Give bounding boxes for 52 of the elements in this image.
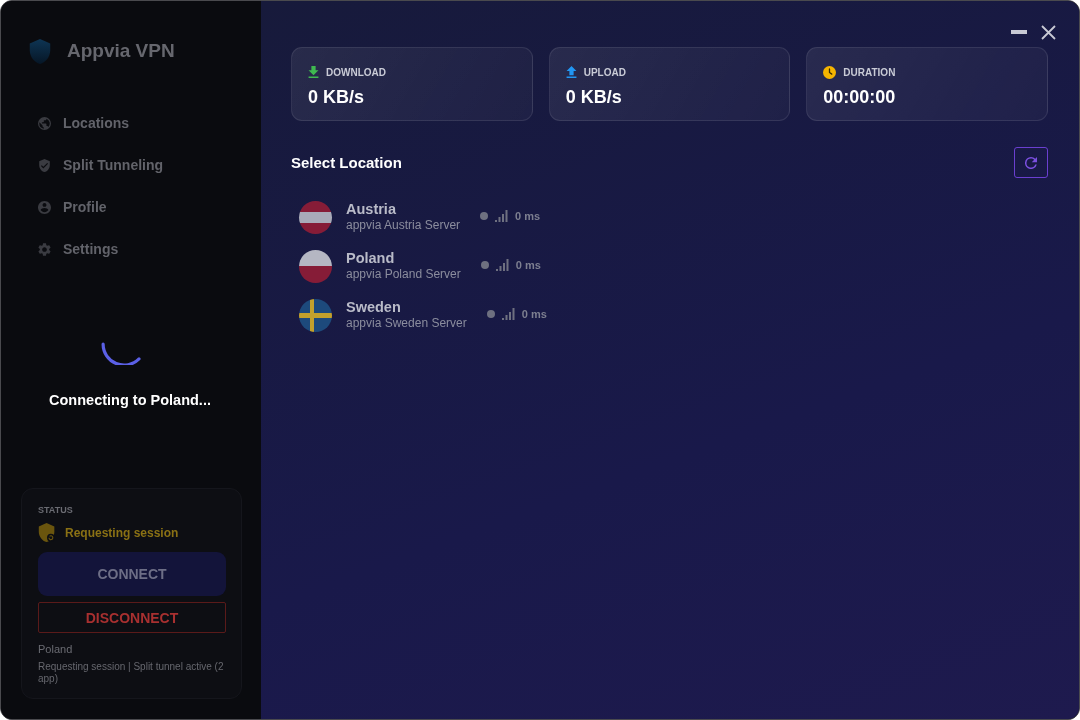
status-dot-icon (480, 212, 489, 220)
stat-label: DURATION (843, 66, 896, 78)
nav-item[interactable]: Split Tunneling (1, 144, 261, 186)
nav-item[interactable]: Profile (1, 186, 261, 228)
settings-icon (38, 242, 51, 256)
location-name: Austria (346, 201, 397, 218)
nav-item[interactable]: Locations (1, 102, 261, 144)
signal-bars-icon (495, 210, 509, 222)
status-heading: STATUS (38, 505, 74, 516)
close-button[interactable] (1041, 24, 1056, 40)
status-text: Requesting session (65, 525, 179, 540)
status-detail: Requesting session | Split tunnel active (2 app) (38, 661, 225, 685)
refresh-icon (1025, 156, 1037, 169)
section-title: Select Location (291, 154, 402, 171)
server-name: appvia Sweden Server (346, 316, 467, 331)
flag-icon (299, 298, 332, 332)
location-name: Sweden (346, 299, 402, 316)
close-icon (1041, 24, 1056, 40)
minimize-icon (1011, 30, 1027, 34)
ping-time: 0 ms (515, 259, 541, 271)
stat-value: 00:00:00 (823, 86, 897, 108)
location-item[interactable]: Sweden appvia Sweden Server 0 ms (291, 293, 1048, 337)
download-arrow-icon (308, 66, 319, 78)
stat-label: UPLOAD (583, 66, 626, 78)
location-item[interactable]: Austria appvia Austria Server 0 ms (291, 195, 1048, 239)
signal-bars-icon (501, 308, 515, 320)
flag-icon (299, 249, 332, 283)
nav-item[interactable]: Settings (1, 228, 261, 270)
app-name: Appvia VPN (67, 40, 175, 62)
flag-icon (299, 200, 332, 234)
stat-label: DOWNLOAD (326, 66, 386, 78)
connecting-message: Connecting to Poland... (49, 392, 211, 408)
status-dot-icon (486, 310, 495, 318)
shield-logo-icon (29, 38, 51, 64)
upload-arrow-icon (565, 66, 577, 78)
stat-value: 0 KB/s (308, 86, 366, 108)
disconnect-button[interactable]: DISCONNECT (38, 602, 226, 633)
location-name: Poland (346, 250, 396, 267)
signal-bars-icon (495, 259, 509, 271)
stat-value: 0 KB/s (565, 86, 623, 108)
location-item[interactable]: Poland appvia Poland Server 0 ms (291, 244, 1048, 288)
server-name: appvia Poland Server (346, 267, 461, 282)
globe-icon (38, 116, 51, 130)
shield-check-icon (38, 158, 51, 172)
clock-icon (823, 65, 837, 79)
status-location: Poland (38, 642, 74, 656)
status-dot-icon (480, 261, 489, 269)
server-name: appvia Austria Server (346, 218, 461, 233)
refresh-button[interactable] (1014, 147, 1048, 178)
shield-sync-icon (38, 523, 56, 542)
ping-time: 0 ms (521, 308, 547, 320)
ping-time: 0 ms (515, 210, 541, 222)
